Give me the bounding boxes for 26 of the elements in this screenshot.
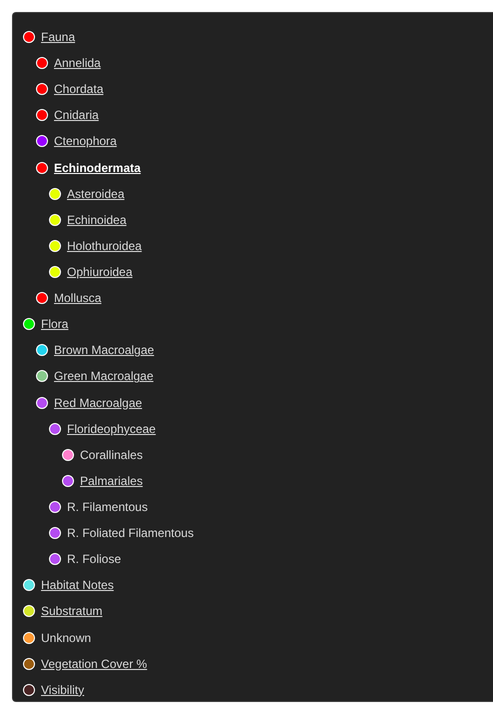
tree-link[interactable]: Echinodermata <box>54 160 141 175</box>
tree-link[interactable]: Echinoidea <box>67 212 126 227</box>
tree-link[interactable]: Red Macroalgae <box>54 396 142 410</box>
tree-link[interactable]: Flora <box>41 317 68 332</box>
tree-link[interactable]: Ctenophora <box>54 134 117 148</box>
tree-link[interactable]: Green Macroalgae <box>54 369 154 384</box>
tree-link[interactable]: Cnidaria <box>54 108 99 122</box>
tree-label: R. Foliated Filamentous <box>67 526 194 540</box>
tree-link[interactable]: Ophiuroidea <box>67 265 132 280</box>
tree-link[interactable]: Holothuroidea <box>67 238 142 253</box>
tree-link[interactable]: Habitat Notes <box>41 578 114 592</box>
tree-link[interactable]: Mollusca <box>54 291 102 306</box>
tree-link[interactable]: Florideophyceae <box>67 422 156 436</box>
tree-link[interactable]: Vegetation Cover % <box>41 656 148 671</box>
tree-link[interactable]: Chordata <box>54 82 104 96</box>
tree-label: R. Filamentous <box>67 500 148 514</box>
tree-label: R. Foliose <box>67 552 122 566</box>
tree-link[interactable]: Substratum <box>41 604 102 618</box>
tree-link[interactable]: Annelida <box>54 56 101 70</box>
tree-link[interactable]: Palmariales <box>80 474 143 488</box>
tree-link[interactable]: Asteroidea <box>67 186 124 201</box>
tree-link[interactable]: Fauna <box>41 30 76 44</box>
tree-label: Unknown <box>41 630 92 645</box>
tree-link[interactable]: Visibility <box>41 682 84 697</box>
tree-label: Corallinales <box>80 448 143 462</box>
tree-link[interactable]: Brown Macroalgae <box>54 343 154 358</box>
